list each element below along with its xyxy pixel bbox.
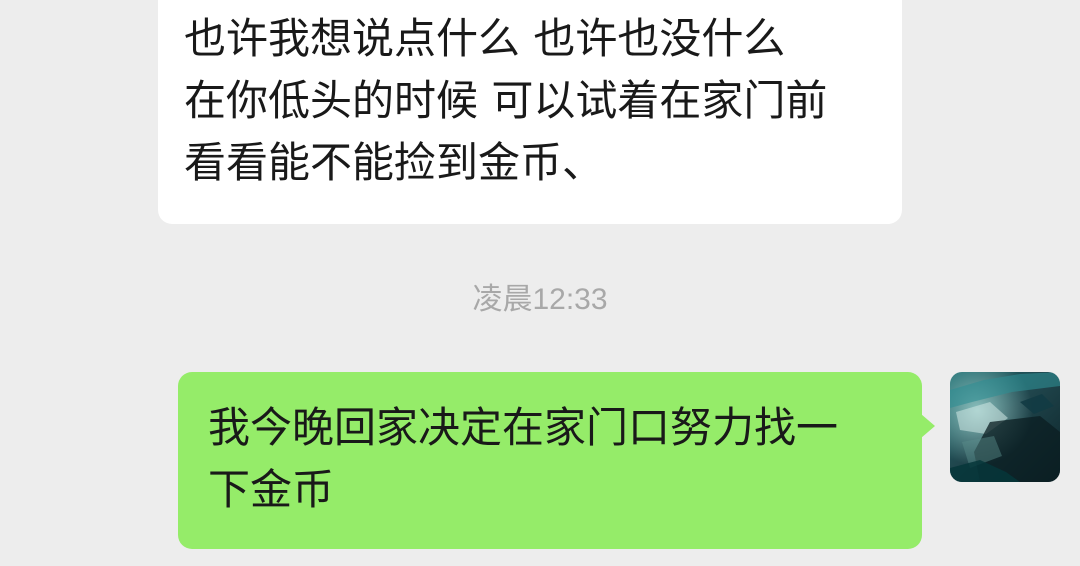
sent-message-bubble[interactable]: 我今晚回家决定在家门口努力找一 下金币 [178, 372, 922, 549]
received-message-bubble[interactable]: 也许我想说点什么 也许也没什么 在你低头的时候 可以试着在家门前 看看能不能捡到… [158, 0, 902, 224]
message-timestamp: 凌晨12:33 [472, 283, 608, 316]
user-avatar[interactable] [950, 372, 1060, 482]
sent-bubble-tail [921, 414, 935, 438]
avatar-image-icon [950, 372, 1060, 482]
